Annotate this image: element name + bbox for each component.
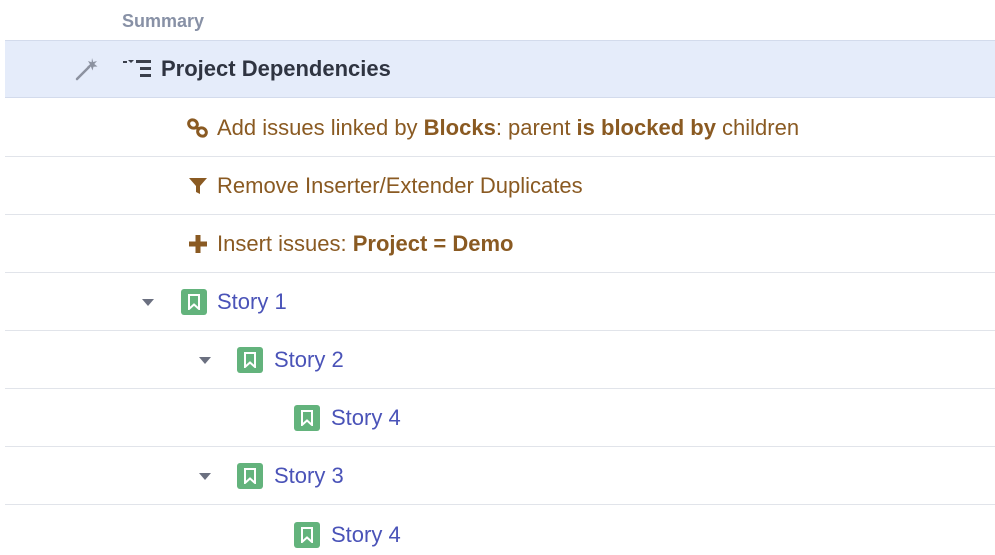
- filter-icon: [187, 157, 209, 214]
- story-bookmark-icon: [294, 522, 320, 548]
- inserter-description: Insert issues: Project = Demo: [217, 230, 514, 256]
- collapse-caret-icon[interactable]: [198, 447, 212, 504]
- issue-summary-link[interactable]: Story 4: [331, 522, 401, 548]
- link-icon: [186, 99, 210, 156]
- story-bookmark-icon: [237, 462, 263, 489]
- structure-title-row[interactable]: Project Dependencies: [5, 40, 995, 98]
- generator-row-extender[interactable]: Add issues linked by Blocks: parent is b…: [5, 99, 995, 157]
- plus-icon: [187, 215, 209, 272]
- generator-row-inserter[interactable]: Insert issues: Project = Demo: [5, 215, 995, 273]
- summary-column-title[interactable]: Summary: [122, 11, 204, 32]
- filter-description: Remove Inserter/Extender Duplicates: [217, 172, 583, 198]
- issue-row[interactable]: Story 4: [5, 389, 995, 447]
- column-header: Summary: [0, 0, 995, 40]
- issue-summary-link[interactable]: Story 4: [331, 405, 401, 431]
- collapse-caret-icon[interactable]: [141, 273, 155, 330]
- issue-row[interactable]: Story 1: [5, 273, 995, 331]
- automation-wand-icon[interactable]: [73, 41, 101, 97]
- issue-summary-link[interactable]: Story 1: [217, 289, 287, 315]
- collapse-caret-icon[interactable]: [198, 331, 212, 388]
- story-bookmark-icon: [237, 346, 263, 373]
- structure-title: Project Dependencies: [161, 56, 391, 81]
- generator-row-filter[interactable]: Remove Inserter/Extender Duplicates: [5, 157, 995, 215]
- issue-summary-link[interactable]: Story 3: [274, 463, 344, 489]
- issue-row[interactable]: Story 2: [5, 331, 995, 389]
- story-bookmark-icon: [294, 404, 320, 431]
- issue-summary-link[interactable]: Story 2: [274, 347, 344, 373]
- extender-description: Add issues linked by Blocks: parent is b…: [217, 114, 800, 140]
- story-bookmark-icon: [181, 288, 207, 315]
- issue-row[interactable]: Story 4: [5, 506, 995, 555]
- issue-row[interactable]: Story 3: [5, 447, 995, 505]
- structure-hierarchy-icon: [123, 41, 155, 97]
